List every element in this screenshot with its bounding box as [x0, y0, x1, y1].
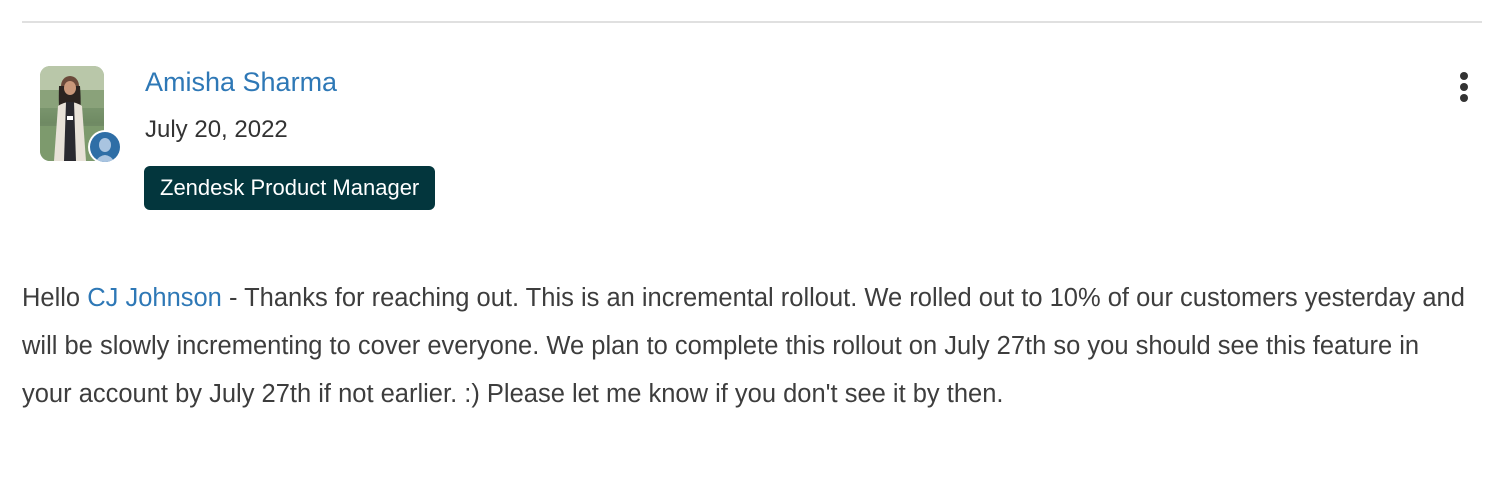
section-divider: [22, 21, 1482, 23]
comment-body: Hello CJ Johnson - Thanks for reaching o…: [22, 274, 1472, 418]
post-date: July 20, 2022: [145, 116, 288, 143]
menu-dot: [1460, 72, 1468, 80]
comment-greeting: Hello: [22, 284, 88, 312]
author-name-link[interactable]: Amisha Sharma: [145, 67, 337, 98]
role-badge: Zendesk Product Manager: [144, 166, 436, 210]
user-icon: [90, 132, 120, 162]
menu-dot: [1460, 83, 1468, 91]
user-status-badge: [88, 130, 122, 164]
comment-text: - Thanks for reaching out. This is an in…: [22, 284, 1465, 408]
user-mention-link[interactable]: CJ Johnson: [87, 284, 222, 312]
menu-dot: [1460, 94, 1468, 102]
vertical-ellipsis-icon[interactable]: [1448, 68, 1480, 106]
